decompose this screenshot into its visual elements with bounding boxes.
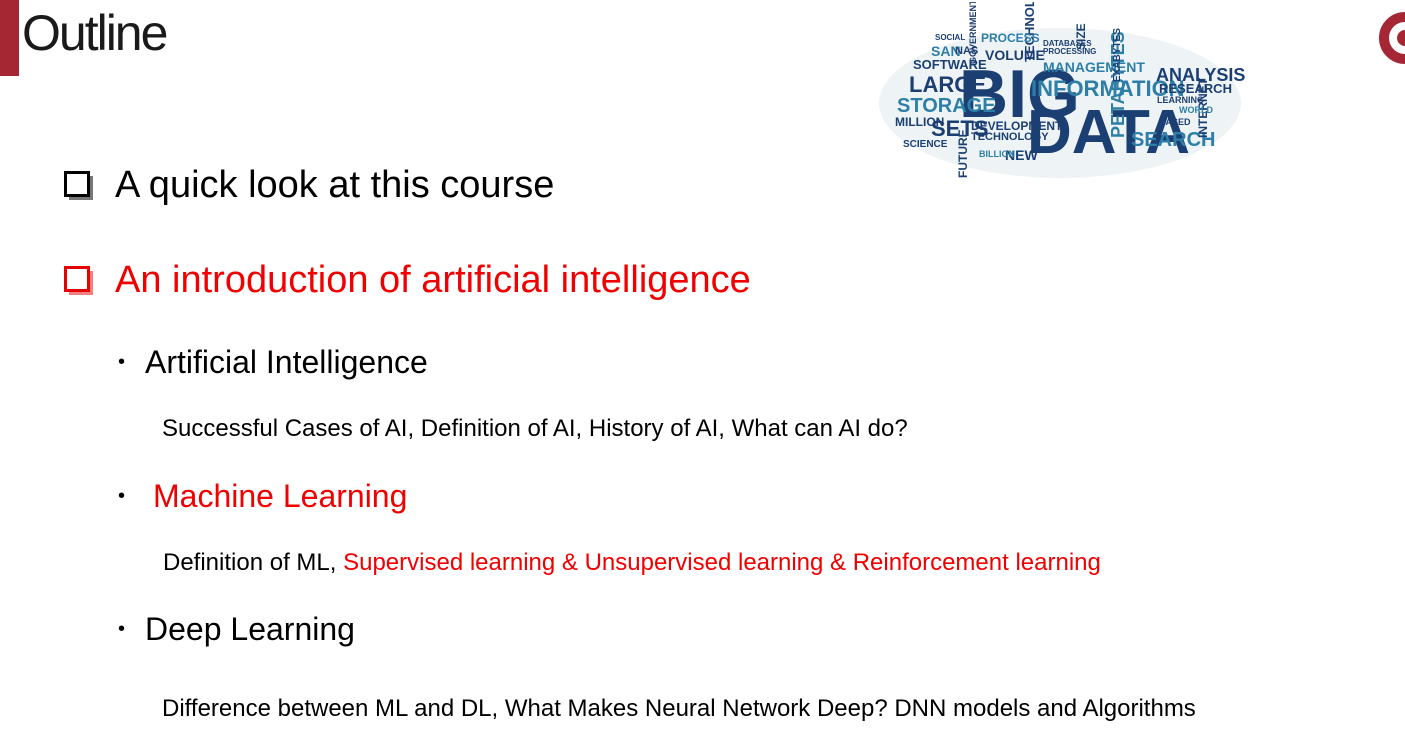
topic-ml-detail: Definition of ML, Supervised learning & …: [163, 551, 1101, 575]
university-logo: [1377, 8, 1405, 74]
word-cloud-word: WORLD: [1179, 105, 1213, 115]
section-checkbox-icon: [64, 171, 90, 197]
title-accent-bar: [0, 0, 19, 76]
topic-ai-detail: Successful Cases of AI, Definition of AI…: [162, 415, 908, 442]
word-cloud-word: SCIENCE: [903, 139, 948, 150]
word-cloud-word: GOVERNMENT: [968, 2, 978, 64]
topic-dl-detail: Difference between ML and DL, What Makes…: [162, 695, 1196, 722]
topic-artificial-intelligence: Artificial Intelligence: [145, 344, 428, 380]
word-cloud-word: DATABASES: [1043, 39, 1092, 48]
word-cloud-word: BILLION: [979, 149, 1015, 159]
section-quick-look: A quick look at this course: [115, 164, 555, 206]
bullet-icon: •: [118, 351, 126, 373]
word-cloud-word: BASED: [1159, 117, 1191, 127]
topic-machine-learning: Machine Learning: [153, 478, 408, 514]
word-cloud-word: MANAGEMENT: [1043, 59, 1145, 75]
word-cloud-word: LEARNING: [1157, 95, 1204, 105]
word-cloud-word: TECHNOLOGY: [971, 131, 1049, 143]
word-cloud-word: EXABYTES: [1112, 28, 1123, 82]
bullet-icon: •: [118, 618, 126, 640]
word-cloud-word: FUTURE: [956, 129, 970, 178]
word-cloud-word: MILLION: [895, 115, 945, 129]
topic-deep-learning: Deep Learning: [145, 611, 355, 647]
bullet-icon: •: [118, 485, 126, 507]
word-cloud-word: SOCIAL: [935, 33, 966, 42]
topic-ml-detail-plain: Definition of ML,: [163, 549, 344, 576]
big-data-word-cloud-image: BIG DATA INFORMATION LARGE STORAGE SETS …: [873, 2, 1246, 207]
word-cloud-word: LARGE: [909, 72, 986, 97]
slide-title: Outline: [22, 5, 168, 61]
section-ai-introduction: An introduction of artificial intelligen…: [115, 259, 751, 301]
section-checkbox-icon: [64, 266, 90, 292]
word-cloud-word: PROCESSING: [1043, 47, 1097, 56]
topic-ml-detail-highlight: Supervised learning & Unsupervised learn…: [343, 549, 1101, 576]
word-cloud-word: PROCESS: [981, 31, 1040, 45]
word-cloud-word: STORAGE: [897, 95, 996, 117]
word-cloud-word: VOLUME: [985, 47, 1045, 63]
